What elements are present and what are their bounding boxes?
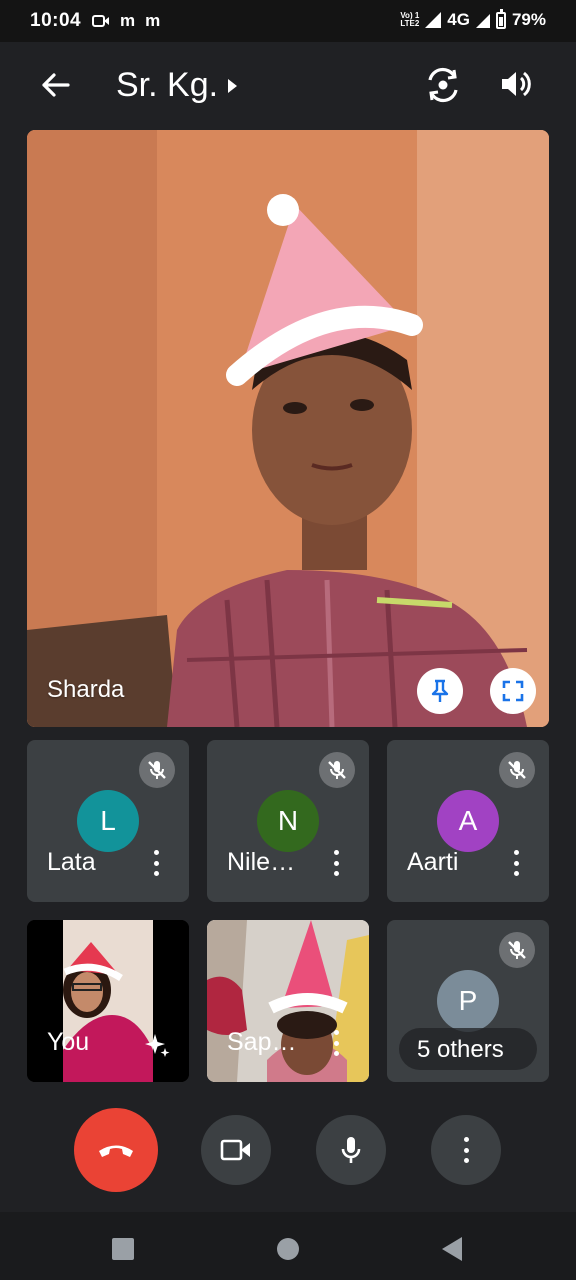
recent-apps-icon[interactable]	[112, 1238, 134, 1260]
others-tile[interactable]: P 5 others	[387, 920, 549, 1082]
end-call-icon	[99, 1145, 133, 1157]
battery-percent: 79%	[511, 10, 546, 29]
mic-muted-indicator	[499, 932, 535, 968]
mic-muted-indicator	[319, 752, 355, 788]
home-icon[interactable]	[277, 1238, 299, 1260]
visual-effects-button[interactable]	[143, 1032, 171, 1065]
mic-muted-indicator	[139, 752, 175, 788]
avatar: L	[77, 790, 139, 852]
call-controls	[0, 1100, 576, 1200]
video-call-icon	[92, 15, 109, 27]
mic-off-icon	[328, 761, 346, 779]
status-bar: 10:04 m m Vo) 1 LTE2 4G 79%	[0, 0, 576, 42]
participant-tile-sapna[interactable]: Sap…	[207, 920, 369, 1082]
volte-indicator: Vo) 1 LTE2	[400, 11, 420, 28]
system-navigation-bar	[0, 1212, 576, 1280]
meeting-app-bar: Sr. Kg.	[0, 42, 576, 130]
pin-button[interactable]	[417, 668, 463, 714]
mic-off-icon	[148, 761, 166, 779]
participant-name: You	[47, 1028, 90, 1056]
chevron-right-icon	[228, 78, 238, 93]
avatar: A	[437, 790, 499, 852]
participant-name: Aarti	[407, 848, 459, 876]
meeting-title: Sr. Kg.	[116, 66, 219, 104]
others-count-pill: 5 others	[399, 1028, 537, 1070]
switch-camera-icon[interactable]	[424, 66, 462, 104]
signal-2-icon	[475, 14, 490, 28]
participant-tile-lata[interactable]: L Lata	[27, 740, 189, 902]
participant-name: Sharda	[47, 676, 125, 703]
more-options-button[interactable]	[431, 1115, 501, 1185]
participant-video	[27, 130, 549, 727]
m-icon: m	[120, 11, 136, 30]
more-options-icon[interactable]	[513, 850, 519, 876]
fullscreen-button[interactable]	[490, 668, 536, 714]
participant-video	[207, 920, 369, 1082]
clock: 10:04	[30, 10, 82, 31]
microphone-button[interactable]	[316, 1115, 386, 1185]
others-count: 5 others	[417, 1036, 504, 1063]
participant-name: Nile…	[227, 848, 296, 876]
signal-icon	[425, 12, 442, 28]
pin-icon	[431, 679, 449, 702]
participant-tile-nilesh[interactable]: N Nile…	[207, 740, 369, 902]
back-arrow-icon[interactable]	[38, 68, 72, 102]
fullscreen-icon	[502, 680, 524, 702]
speaker-volume-icon[interactable]	[498, 66, 534, 102]
avatar: P	[437, 970, 499, 1032]
battery-icon	[495, 8, 506, 29]
notification-icons: m m	[92, 11, 160, 31]
main-video-tile[interactable]: Sharda	[27, 130, 549, 727]
meeting-title-button[interactable]: Sr. Kg.	[116, 66, 238, 105]
more-options-icon[interactable]	[333, 850, 339, 876]
network-type: 4G	[447, 10, 470, 29]
more-options-icon[interactable]	[153, 850, 159, 876]
more-options-icon	[463, 1137, 469, 1163]
camera-icon	[220, 1139, 250, 1161]
camera-button[interactable]	[201, 1115, 271, 1185]
mic-off-icon	[508, 761, 526, 779]
m-icon: m	[145, 11, 161, 30]
visual-effects-icon	[145, 1034, 170, 1057]
avatar: N	[257, 790, 319, 852]
end-call-button[interactable]	[74, 1108, 158, 1192]
mic-off-icon	[508, 941, 526, 959]
back-icon[interactable]	[442, 1237, 462, 1261]
participant-tile-aarti[interactable]: A Aarti	[387, 740, 549, 902]
mic-muted-indicator	[499, 752, 535, 788]
participant-name: Lata	[47, 848, 96, 876]
more-options-icon[interactable]	[333, 1030, 339, 1056]
self-view-tile[interactable]: You	[27, 920, 189, 1082]
participant-name: Sap…	[227, 1028, 297, 1056]
system-indicators: Vo) 1 LTE2 4G 79%	[400, 8, 546, 30]
microphone-icon	[341, 1137, 361, 1163]
